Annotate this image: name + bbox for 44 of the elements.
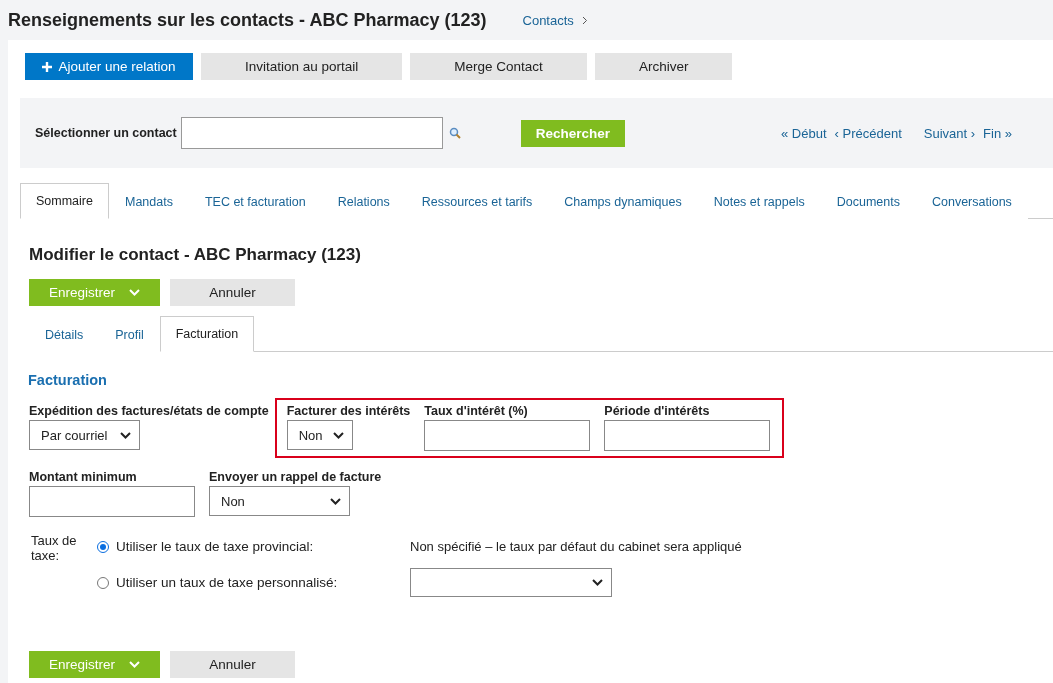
select-field[interactable] (410, 568, 612, 597)
cancel-button[interactable]: Annuler (170, 279, 295, 306)
action-button[interactable]: Archiver (594, 53, 733, 80)
pagination-link[interactable]: ‹ Précédent (834, 125, 902, 141)
breadcrumb-link[interactable]: Contacts (522, 12, 588, 28)
action-button[interactable]: Merge Contact (410, 53, 587, 80)
select-field[interactable]: Par courriel (29, 420, 140, 450)
action-button[interactable]: Invitation au portail (201, 53, 403, 80)
chevron-down-icon (129, 289, 140, 296)
search-icon[interactable] (448, 127, 461, 139)
contact-search-field[interactable] (180, 117, 443, 149)
add-relation-button[interactable]: Ajouter une relation (25, 53, 193, 80)
field-label: Période d'intérêts (604, 404, 711, 418)
radio-label: Utiliser le taux de taxe provincial: (116, 539, 314, 554)
input-field[interactable] (29, 486, 195, 517)
select-field[interactable]: Non (286, 420, 353, 450)
section-heading: Facturation (28, 372, 108, 388)
chevron-down-icon (330, 497, 341, 505)
radio-label: Utiliser un taux de taxe personnalisé: (116, 575, 338, 590)
chevron-down-icon (129, 661, 140, 668)
chevron-down-icon (332, 431, 344, 439)
input-field[interactable] (424, 420, 591, 451)
field-label: Envoyer un rappel de facture (209, 470, 382, 484)
field-label: Montant minimum (29, 470, 138, 484)
select-field[interactable]: Non (209, 486, 350, 516)
field-label: Expédition des factures/états de compte (29, 404, 269, 418)
pagination-link[interactable]: Suivant › (923, 125, 976, 141)
tax-note: Non spécifié – le taux par défaut du cabinet sera appliqué (410, 539, 742, 554)
chevron-down-icon (120, 431, 131, 439)
tax-label: Taux de taxe: (31, 533, 78, 565)
chevron-right-icon (581, 15, 588, 25)
chevron-down-icon (592, 579, 603, 586)
pagination-link[interactable]: Fin » (983, 125, 1012, 141)
cancel-button[interactable]: Annuler (170, 651, 295, 678)
page-title: Renseignements sur les contacts - ABC Pharmacy (123) (8, 9, 487, 31)
form-title: Modifier le contact - ABC Pharmacy (123) (29, 245, 362, 265)
input-field[interactable] (604, 420, 771, 451)
tab[interactable]: Facturation (159, 316, 255, 352)
field-label: Taux d'intérêt (%) (424, 404, 529, 418)
plus-icon (42, 61, 53, 72)
tab[interactable]: Sommaire (20, 183, 109, 219)
pagination-link[interactable]: « Début (781, 125, 827, 141)
search-label: Sélectionner un contact (35, 126, 177, 140)
field-label: Facturer des intérêts (286, 404, 411, 418)
